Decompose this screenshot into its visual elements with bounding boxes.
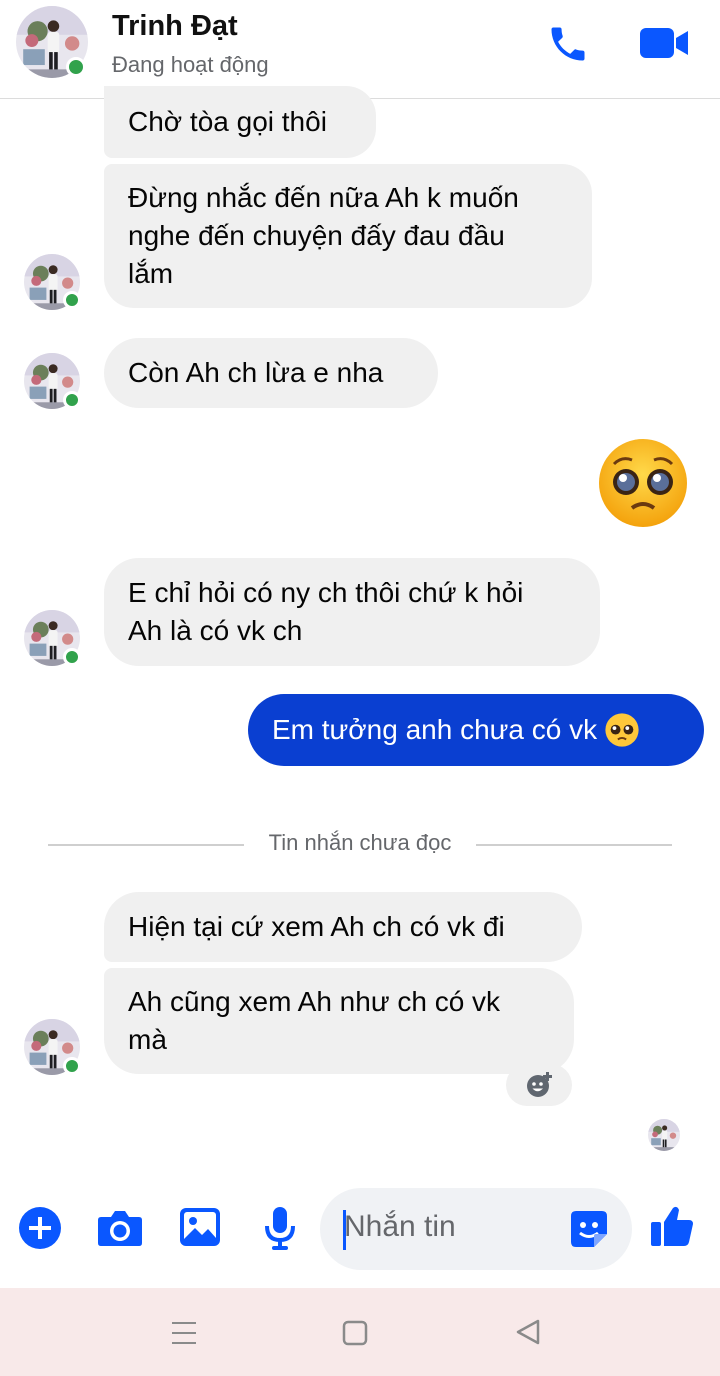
message-text-line: nghe đến chuyện đấy đau đầu — [128, 220, 505, 251]
contact-name[interactable]: Trinh Đạt — [112, 10, 238, 43]
phone-icon[interactable] — [546, 22, 590, 66]
message-text: Còn Ah ch lừa e nha — [128, 357, 384, 388]
microphone-icon[interactable] — [264, 1206, 296, 1250]
message-bubble-incoming[interactable]: E chỉ hỏi có ny ch thôi chứ k hỏi Ah là … — [104, 558, 600, 666]
message-input-placeholder: Nhắn tin — [344, 1210, 456, 1243]
message-text-line: lắm — [128, 258, 174, 289]
video-camera-icon[interactable] — [640, 26, 690, 60]
active-status: Đang hoạt động — [112, 52, 269, 77]
seen-receipt-avatar — [648, 1119, 680, 1151]
plus-icon[interactable] — [18, 1206, 62, 1250]
message-text: Em tưởng anh chưa có vk — [272, 714, 598, 745]
message-text-line: E chỉ hỏi có ny ch thôi chứ k hỏi — [128, 577, 524, 608]
message-bubble-incoming[interactable]: Chờ tòa gọi thôi — [104, 86, 376, 158]
message-bubble-incoming[interactable]: Hiện tại cứ xem Ah ch có vk đi — [104, 892, 582, 962]
back-icon[interactable] — [514, 1318, 542, 1346]
online-indicator — [63, 648, 81, 666]
message-input[interactable]: Nhắn tin — [320, 1188, 632, 1270]
unread-divider-label: Tin nhắn chưa đọc — [268, 830, 452, 855]
message-composer: Nhắn tin — [0, 1180, 720, 1280]
online-indicator — [66, 57, 86, 77]
message-text: Chờ tòa gọi thôi — [128, 106, 327, 137]
message-bubble-outgoing[interactable]: Em tưởng anh chưa có vk — [248, 694, 704, 766]
online-indicator — [63, 1057, 81, 1075]
pleading-face-emoji — [605, 713, 639, 747]
divider-line — [476, 844, 672, 846]
message-bubble-incoming[interactable]: Ah cũng xem Ah như ch có vk mà — [104, 968, 574, 1074]
pleading-face-emoji[interactable] — [598, 438, 688, 528]
menu-icon[interactable] — [170, 1320, 198, 1346]
gallery-icon[interactable] — [179, 1207, 221, 1247]
online-indicator — [63, 391, 81, 409]
camera-icon[interactable] — [97, 1208, 143, 1248]
online-indicator — [63, 291, 81, 309]
message-text-line: mà — [128, 1024, 167, 1055]
message-bubble-incoming[interactable]: Đừng nhắc đến nữa Ah k muốn nghe đến chu… — [104, 164, 592, 308]
conversation-header: Trinh Đạt Đang hoạt động — [0, 0, 720, 99]
add-reaction-button[interactable] — [506, 1064, 572, 1106]
system-navigation-bar — [0, 1288, 720, 1376]
thumbs-up-icon[interactable] — [650, 1204, 694, 1248]
sticker-icon[interactable] — [570, 1210, 608, 1248]
message-text-line: Đừng nhắc đến nữa Ah k muốn — [128, 182, 519, 213]
message-bubble-incoming[interactable]: Còn Ah ch lừa e nha — [104, 338, 438, 408]
home-icon[interactable] — [342, 1320, 368, 1346]
message-text-line: Ah cũng xem Ah như ch có vk — [128, 986, 501, 1017]
smiley-plus-icon — [527, 1072, 552, 1097]
message-text: Hiện tại cứ xem Ah ch có vk đi — [128, 911, 505, 942]
message-text-line: Ah là có vk ch — [128, 615, 303, 646]
